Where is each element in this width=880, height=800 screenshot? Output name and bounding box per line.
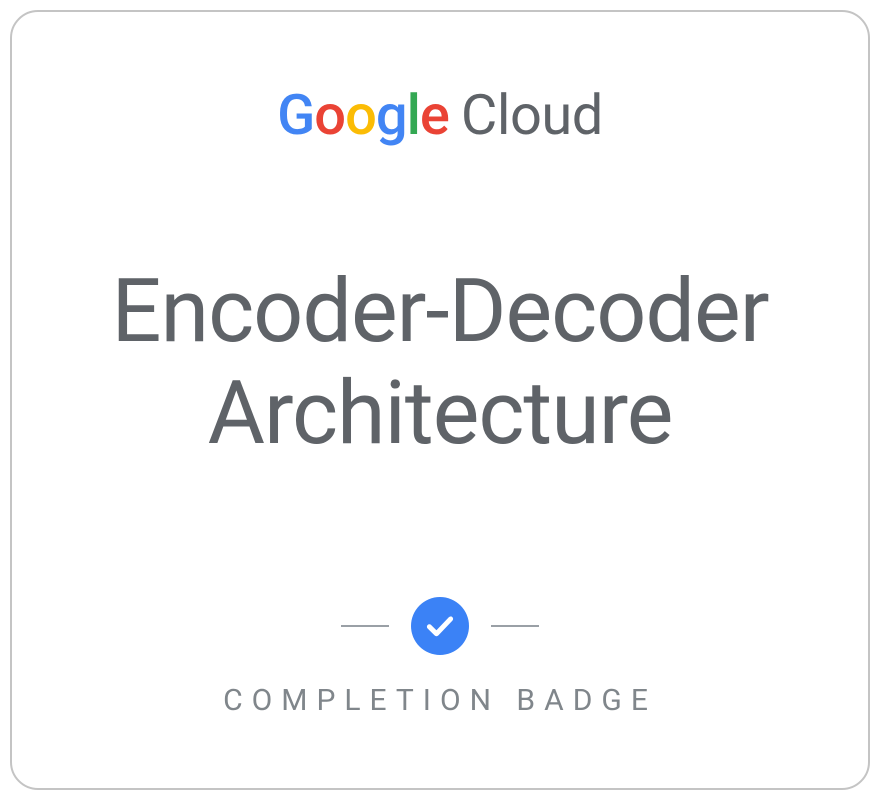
completion-label: COMPLETION BADGE <box>223 683 657 718</box>
check-row <box>341 597 539 655</box>
checkmark-icon <box>411 597 469 655</box>
badge-card: Google Cloud Encoder-Decoder Architectur… <box>10 10 870 790</box>
badge-footer: COMPLETION BADGE <box>223 597 657 718</box>
divider-right <box>491 625 539 627</box>
course-title-line-2: Architecture <box>208 363 673 464</box>
course-title-line-1: Encoder-Decoder <box>111 261 768 362</box>
divider-left <box>341 625 389 627</box>
course-title: Encoder-Decoder Architecture <box>111 128 768 597</box>
